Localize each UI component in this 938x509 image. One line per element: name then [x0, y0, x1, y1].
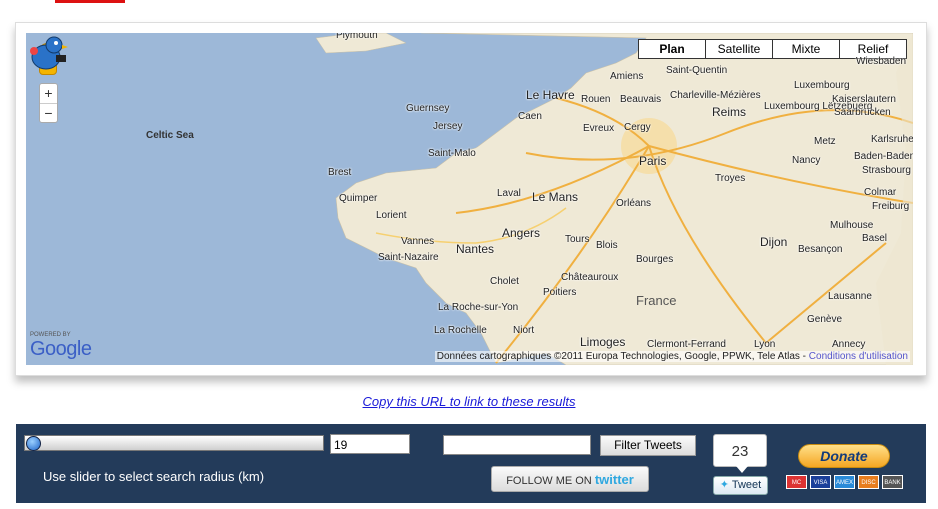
- discover-icon: DISC: [858, 475, 879, 489]
- city-label: Tours: [565, 234, 590, 245]
- city-label: Bourges: [636, 254, 674, 265]
- city-label: Rouen: [581, 94, 611, 105]
- google-logo-text: Google: [30, 338, 92, 360]
- city-label: La Roche-sur-Yon: [438, 302, 519, 313]
- city-label: Paris: [639, 154, 667, 168]
- city-label: Evreux: [583, 123, 615, 134]
- city-label: Strasbourg: [862, 165, 911, 176]
- city-label: Cergy: [624, 122, 651, 133]
- follow-me-on-twitter-button[interactable]: FOLLOW ME ON twitter: [491, 466, 649, 492]
- attribution-text: Données cartographiques ©2011 Europa Tec…: [436, 351, 807, 362]
- tweet-location-bird-icon[interactable]: [26, 33, 68, 73]
- city-label: Nantes: [456, 242, 495, 256]
- country-label: France: [636, 293, 677, 308]
- city-label: Brest: [328, 167, 352, 178]
- top-accent-line: [55, 0, 125, 3]
- city-label: Blois: [596, 240, 618, 251]
- city-label: Mulhouse: [830, 220, 874, 231]
- follow-text: FOLLOW ME ON: [506, 475, 592, 487]
- city-label: Charleville-Mézières: [670, 90, 761, 101]
- map-terrain: [315, 33, 913, 365]
- city-label: Le Mans: [532, 190, 579, 204]
- city-label: Baden-Baden: [854, 151, 913, 162]
- city-label: Amiens: [610, 71, 644, 82]
- visa-icon: VISA: [810, 475, 831, 489]
- map-type-satellite[interactable]: Satellite: [705, 40, 772, 58]
- city-label: Troyes: [715, 173, 746, 184]
- zoom-out-button[interactable]: −: [40, 104, 57, 123]
- city-label: Châteauroux: [561, 272, 619, 283]
- city-label: Lyon: [754, 339, 776, 350]
- twitter-logo: twitter: [594, 472, 634, 487]
- radius-slider-handle[interactable]: [26, 436, 41, 451]
- zoom-control[interactable]: + −: [39, 83, 58, 123]
- city-label: Metz: [814, 136, 836, 147]
- mastercard-icon: MC: [786, 475, 807, 489]
- filter-input[interactable]: [443, 435, 591, 455]
- city-label: Jersey: [433, 121, 463, 132]
- city-label: Lausanne: [828, 291, 872, 302]
- filter-tweets-button[interactable]: Filter Tweets: [600, 435, 696, 456]
- map-attribution: Données cartographiques ©2011 Europa Tec…: [434, 351, 910, 362]
- city-label: Besançon: [798, 244, 843, 255]
- map-type-mixte[interactable]: Mixte: [772, 40, 839, 58]
- donate-button[interactable]: Donate: [798, 444, 890, 468]
- copy-url-link[interactable]: Copy this URL to link to these results: [0, 394, 938, 409]
- city-label: Niort: [513, 325, 535, 336]
- city-label: Colmar: [864, 187, 897, 198]
- radius-slider-track[interactable]: [24, 435, 324, 451]
- city-label: Poitiers: [543, 287, 577, 298]
- city-label: Wiesbaden: [856, 56, 907, 67]
- control-panel: 19 Use slider to select search radius (k…: [16, 424, 926, 503]
- city-label: Basel: [862, 233, 888, 244]
- map-type-plan[interactable]: Plan: [639, 40, 705, 58]
- city-label: Clermont-Ferrand: [647, 339, 726, 350]
- tweet-button-label: Tweet: [731, 479, 762, 491]
- city-label: Angers: [502, 226, 541, 240]
- city-label: Dijon: [760, 235, 788, 249]
- city-label: Limoges: [580, 335, 626, 349]
- map-canvas[interactable]: Plan Satellite Mixte Relief + − Celtic S…: [26, 33, 913, 365]
- tweet-count-badge: 23: [713, 434, 767, 473]
- radius-input[interactable]: 19: [330, 434, 410, 454]
- city-label: Vannes: [401, 236, 435, 247]
- google-logo[interactable]: POWERED BY Google: [30, 332, 92, 361]
- amex-icon: AMEX: [834, 475, 855, 489]
- city-label: Orléans: [616, 198, 652, 209]
- city-label: Annecy: [832, 339, 866, 350]
- sea-label: Celtic Sea: [146, 130, 194, 141]
- terms-of-use-link[interactable]: Conditions d'utilisation: [809, 351, 908, 362]
- city-label: Caen: [518, 111, 542, 122]
- city-label: Lorient: [376, 210, 407, 221]
- city-label: Guernsey: [406, 103, 450, 114]
- city-label: Nancy: [792, 155, 821, 166]
- city-label: Saarbrücken: [834, 107, 891, 118]
- tweet-button[interactable]: ✦ Tweet: [713, 476, 768, 495]
- city-label: Cholet: [490, 276, 519, 287]
- city-label: Le Havre: [526, 88, 575, 102]
- city-label: Freiburg: [872, 201, 910, 212]
- city-label: Kaiserslautern: [832, 94, 896, 105]
- city-label: Beauvais: [620, 94, 662, 105]
- city-label: Karlsruhe: [871, 134, 913, 145]
- city-label: Plymouth: [336, 33, 378, 41]
- city-label: Reims: [712, 105, 747, 119]
- city-label: Quimper: [339, 193, 378, 204]
- bank-icon: BANK: [882, 475, 903, 489]
- city-label: Saint-Nazaire: [378, 252, 439, 263]
- twitter-bird-icon: ✦: [719, 479, 729, 491]
- city-label: Genève: [807, 314, 843, 325]
- city-label: Luxembourg: [794, 80, 850, 91]
- city-label: Saint-Quentin: [666, 65, 728, 76]
- payment-cards: MC VISA AMEX DISC BANK: [786, 475, 903, 489]
- city-label: Laval: [497, 188, 521, 199]
- zoom-in-button[interactable]: +: [40, 84, 57, 104]
- city-label: Saint-Malo: [428, 148, 476, 159]
- city-label: La Rochelle: [434, 325, 487, 336]
- slider-label: Use slider to select search radius (km): [43, 469, 265, 484]
